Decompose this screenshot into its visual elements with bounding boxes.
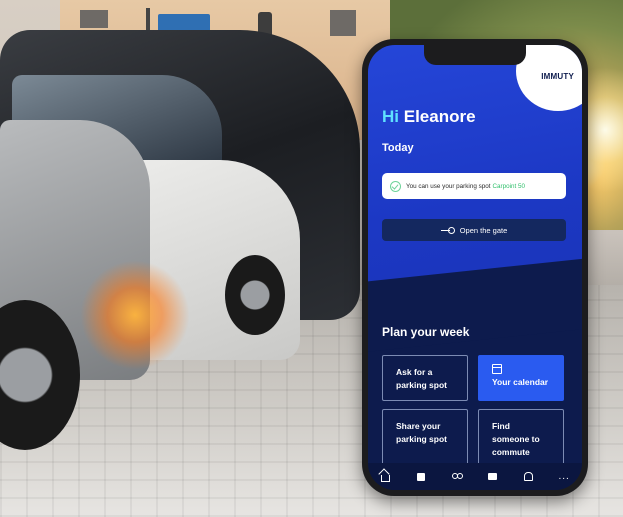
ask-parking-spot-tile[interactable]: Ask for a parking spot xyxy=(382,355,468,401)
app-logo: IMMUTY xyxy=(541,72,574,81)
phone: IMMUTY Hi Eleanore Today You can use you… xyxy=(362,39,588,496)
share-parking-spot-tile[interactable]: Share your parking spot xyxy=(382,409,468,465)
today-heading: Today xyxy=(382,142,414,154)
parking-notice-text: You can use your parking spot xyxy=(406,182,491,190)
greeting-hi: Hi xyxy=(382,107,399,126)
greeting: Hi Eleanore xyxy=(382,107,476,127)
tab-home[interactable] xyxy=(379,470,393,484)
people-icon xyxy=(452,473,464,480)
tab-more[interactable]: ... xyxy=(557,470,571,484)
app-screen: IMMUTY Hi Eleanore Today You can use you… xyxy=(368,45,582,490)
rear-wheel xyxy=(225,255,285,335)
check-circle-icon xyxy=(390,180,401,192)
calendar-icon xyxy=(492,364,502,374)
home-icon xyxy=(381,475,391,482)
more-icon: ... xyxy=(558,470,570,482)
open-gate-label: Open the gate xyxy=(459,225,508,235)
greeting-name: Eleanore xyxy=(403,107,476,126)
calendar-icon xyxy=(417,472,426,481)
key-icon xyxy=(440,227,455,234)
tab-notifications[interactable] xyxy=(521,470,535,484)
light-flare xyxy=(80,260,190,370)
bell-icon xyxy=(523,472,533,481)
chat-icon xyxy=(488,473,498,480)
phone-notch xyxy=(424,45,526,65)
tab-messages[interactable] xyxy=(486,470,500,484)
tab-community[interactable] xyxy=(450,470,464,484)
bottom-tab-bar: ... xyxy=(368,463,582,490)
open-gate-button[interactable]: Open the gate xyxy=(382,219,566,241)
tab-calendar[interactable] xyxy=(414,470,428,484)
your-calendar-tile[interactable]: Your calendar xyxy=(478,355,564,401)
parking-spot-name: Carpoint 50 xyxy=(492,182,526,190)
find-commute-tile[interactable]: Find someone to commute xyxy=(478,409,564,465)
plan-heading: Plan your week xyxy=(382,325,470,339)
parking-notice: You can use your parking spot Carpoint 5… xyxy=(382,173,566,199)
